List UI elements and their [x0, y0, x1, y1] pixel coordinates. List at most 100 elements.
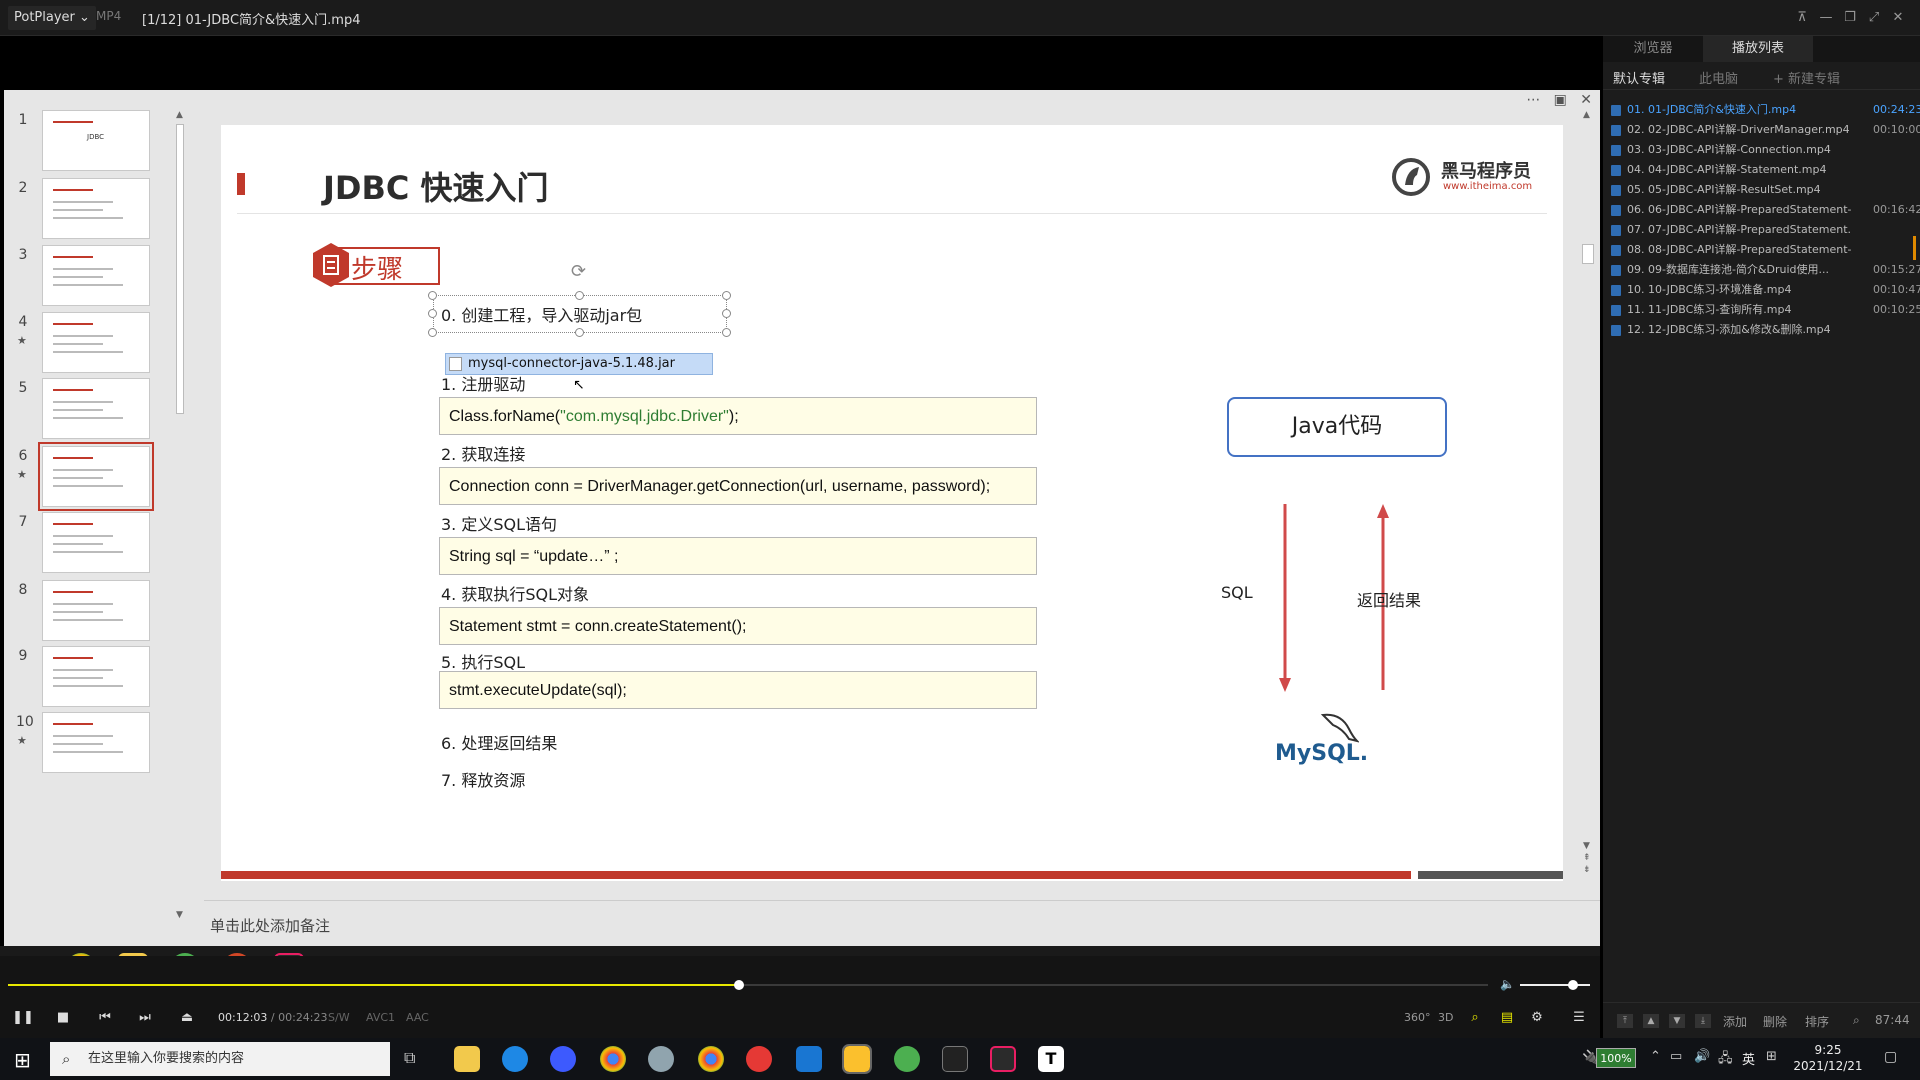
close-pane-icon[interactable]: ✕ — [1580, 92, 1592, 108]
lark-icon[interactable] — [550, 1046, 576, 1072]
taskbar-search-input[interactable]: ⌕ 在这里输入你要搜索的内容 — [50, 1042, 390, 1076]
editor-scrollbar[interactable]: ▲ ▼ ⇞ ⇟ — [1580, 110, 1596, 875]
chrome-icon[interactable] — [600, 1046, 626, 1072]
scroll-down-icon[interactable]: ▼ — [176, 910, 183, 920]
slide-thumbnail[interactable] — [42, 580, 150, 641]
move-up-icon[interactable]: ▲ — [1643, 1014, 1659, 1028]
file-explorer-icon[interactable] — [454, 1046, 480, 1072]
playlist-item[interactable]: 11. 11-JDBC练习-查询所有.mp4 00:10:25 — [1611, 300, 1920, 320]
album-default[interactable]: 默认专辑 — [1613, 68, 1665, 87]
move-top-icon[interactable]: ⤒ — [1617, 1014, 1633, 1028]
volume-slider[interactable] — [1520, 980, 1590, 990]
slide-thumbnail[interactable]: JDBC — [42, 110, 150, 171]
edge-icon[interactable] — [502, 1046, 528, 1072]
render-tag[interactable]: S/W — [328, 1011, 350, 1024]
volume-handle[interactable] — [1567, 980, 1578, 990]
playlist-item[interactable]: 06. 06-JDBC-API详解-PreparedStatement-... 0… — [1611, 200, 1920, 220]
notes-pane[interactable]: 单击此处添加备注 — [204, 900, 1600, 946]
resize-handle[interactable] — [722, 291, 731, 300]
restore-icon[interactable]: ❐ — [1840, 8, 1860, 28]
video-codec-tag[interactable]: AVC1 — [366, 1011, 395, 1024]
scroll-down-icon[interactable]: ▼ ⇞ ⇟ — [1583, 840, 1591, 876]
volume-icon[interactable]: 🔈 — [1500, 977, 1515, 991]
pin-icon[interactable]: ⊼ — [1792, 8, 1812, 28]
vscode-icon[interactable] — [796, 1046, 822, 1072]
resize-handle[interactable] — [575, 328, 584, 337]
speaker-icon[interactable]: 🔊 — [1694, 1049, 1710, 1064]
settings-gear-icon[interactable]: ⚙ — [1526, 1008, 1548, 1028]
slide-thumbnail[interactable] — [42, 378, 150, 439]
playlist-item[interactable]: 02. 02-JDBC-API详解-DriverManager.mp4 00:10… — [1611, 120, 1920, 140]
slide-thumbnail[interactable] — [42, 178, 150, 239]
zoom-icon[interactable]: ⌕ — [1464, 1008, 1486, 1028]
seek-handle[interactable] — [734, 980, 745, 990]
seek-bar[interactable] — [8, 980, 1488, 990]
terminal-icon[interactable] — [942, 1046, 968, 1072]
slide-thumbnail[interactable] — [42, 512, 150, 573]
playlist-item[interactable]: 09. 09-数据库连接池-简介&Druid使用... 00:15:27 — [1611, 260, 1920, 280]
more-icon[interactable]: ⋯ — [1526, 92, 1540, 108]
album-new[interactable]: + 新建专辑 — [1773, 68, 1840, 87]
playlist-item[interactable]: 12. 12-JDBC练习-添加&修改&删除.mp4 — [1611, 320, 1911, 340]
slide-thumbnail[interactable] — [38, 442, 154, 511]
netease-music-icon[interactable] — [746, 1046, 772, 1072]
3d-button[interactable]: 3D — [1438, 1011, 1453, 1024]
navicat-icon[interactable] — [648, 1046, 674, 1072]
battery-indicator[interactable]: 100% — [1596, 1048, 1636, 1068]
audio-codec-tag[interactable]: AAC — [406, 1011, 429, 1024]
playlist-item[interactable]: 07. 07-JDBC-API详解-PreparedStatement.mp4 — [1611, 220, 1911, 240]
keyboard-icon[interactable]: ⊞ — [1766, 1049, 1777, 1064]
close-icon[interactable]: ✕ — [1888, 8, 1908, 28]
video-area[interactable]: 1 JDBC 2 3 4 ★ 5 6 ★ 7 8 9 10 ★ ▲ ▼ ⋯ ▣ ✕ JDBC 快速入门 — [0, 36, 1600, 990]
eject-icon[interactable]: ⏏ — [176, 1008, 198, 1028]
fullscreen-icon[interactable]: ⤢ — [1864, 8, 1884, 28]
pause-icon[interactable]: ❚❚ — [12, 1008, 34, 1028]
resize-handle[interactable] — [722, 328, 731, 337]
move-down-icon[interactable]: ▼ — [1669, 1014, 1685, 1028]
intellij-icon[interactable] — [990, 1046, 1016, 1072]
slide-thumbnail[interactable] — [42, 312, 150, 373]
sort-button[interactable]: 排序 — [1805, 1013, 1829, 1030]
minimize-icon[interactable]: — — [1816, 8, 1836, 28]
slide-thumbnail[interactable] — [42, 245, 150, 306]
network-icon[interactable]: 🖧 — [1718, 1049, 1733, 1071]
playlist-item[interactable]: 04. 04-JDBC-API详解-Statement.mp4 — [1611, 160, 1911, 180]
resize-handle[interactable] — [428, 328, 437, 337]
ime-indicator[interactable]: 英 — [1742, 1049, 1755, 1068]
tab-playlist[interactable]: 播放列表 — [1703, 36, 1813, 62]
playlist-item[interactable]: 10. 10-JDBC练习-环境准备.mp4 00:10:47 — [1611, 280, 1920, 300]
resize-handle[interactable] — [575, 291, 584, 300]
taskbar-clock[interactable]: 9:25 2021/12/21 — [1786, 1042, 1870, 1074]
app-menu-button[interactable]: PotPlayer ⌄ — [8, 6, 96, 30]
layout-icon[interactable]: ▣ — [1554, 92, 1567, 108]
potplayer-icon[interactable] — [842, 1044, 872, 1074]
previous-icon[interactable]: ⏮ — [94, 1008, 116, 1028]
delete-button[interactable]: 删除 — [1763, 1013, 1787, 1030]
scroll-up-icon[interactable]: ▲ — [1583, 110, 1590, 120]
playlist-item[interactable]: 01. 01-JDBC简介&快速入门.mp4 00:24:23 — [1611, 100, 1920, 120]
slide-canvas[interactable]: JDBC 快速入门 黑马程序员 www.itheima.com 步骤 ⟳ 0. … — [221, 125, 1563, 881]
resize-handle[interactable] — [722, 309, 731, 318]
battery-icon[interactable]: ▭ — [1670, 1049, 1682, 1064]
vr-360-button[interactable]: 360° — [1404, 1011, 1431, 1024]
stop-icon[interactable]: ■ — [52, 1008, 74, 1028]
playlist-item[interactable]: 03. 03-JDBC-API详解-Connection.mp4 — [1611, 140, 1911, 160]
move-bottom-icon[interactable]: ⤓ — [1695, 1014, 1711, 1028]
scroll-up-icon[interactable]: ▲ — [176, 110, 183, 120]
playlist-item[interactable]: 05. 05-JDBC-API详解-ResultSet.mp4 — [1611, 180, 1911, 200]
slide-thumbnail[interactable] — [42, 646, 150, 707]
task-view-icon[interactable]: ⧉ — [404, 1048, 415, 1068]
playlist-scroll-marker[interactable] — [1913, 236, 1916, 260]
typora-icon[interactable]: T — [1038, 1046, 1064, 1072]
windows-start-icon[interactable]: ⊞ — [14, 1048, 31, 1072]
search-icon[interactable]: ⌕ — [1853, 1013, 1860, 1028]
tray-expand-icon[interactable]: ⌃ — [1650, 1049, 1661, 1064]
slide-thumbnail[interactable] — [42, 712, 150, 773]
scroll-thumb[interactable] — [1582, 244, 1594, 264]
rotate-handle-icon[interactable]: ⟳ — [571, 261, 586, 282]
subtitle-icon[interactable]: ▤ — [1496, 1008, 1518, 1028]
tab-browser[interactable]: 浏览器 — [1603, 36, 1703, 62]
chrome-alt-icon[interactable] — [698, 1046, 724, 1072]
thumbnail-scrollbar[interactable]: ▲ ▼ — [174, 110, 186, 920]
next-icon[interactable]: ⏭ — [134, 1008, 156, 1028]
